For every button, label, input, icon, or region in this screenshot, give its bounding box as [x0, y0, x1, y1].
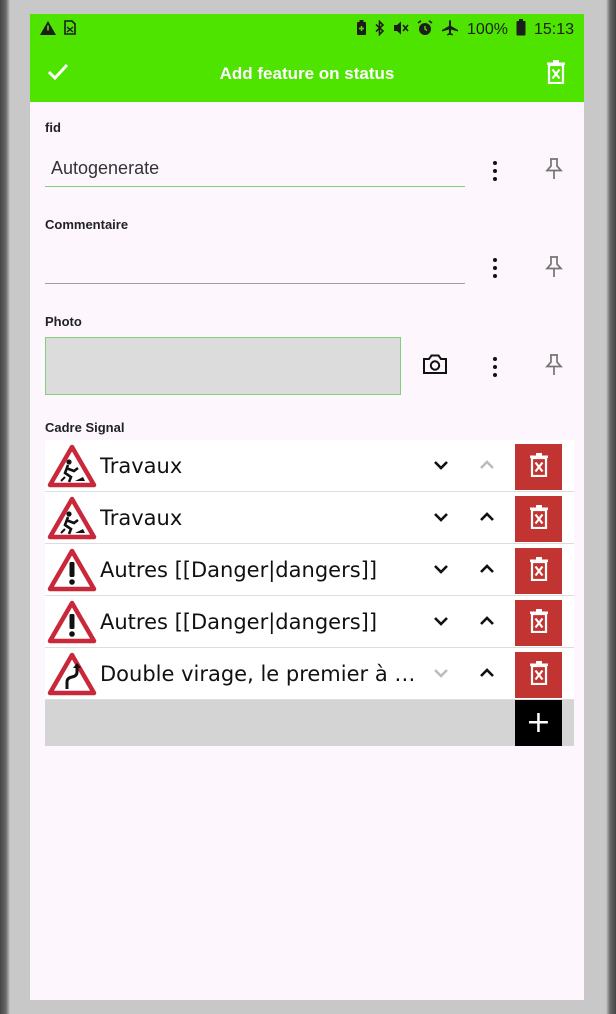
chevron-down-icon [433, 613, 449, 631]
relation-label: Double virage, le premier à gauche [100, 661, 418, 686]
no-sim-icon [64, 20, 76, 40]
chevron-down-icon [433, 509, 449, 527]
status-bar: 100% 15:13 [30, 14, 584, 46]
photo-preview[interactable] [45, 337, 401, 395]
clock-time: 15:13 [533, 21, 574, 38]
delete-relation-button[interactable] [515, 548, 562, 594]
photo-pin-button[interactable] [542, 353, 566, 381]
relation-row[interactable]: Travaux [45, 440, 574, 492]
app-bar: Add feature on status [30, 46, 584, 102]
pin-icon [545, 255, 563, 283]
move-up-button[interactable] [464, 602, 510, 642]
relation-row[interactable]: Travaux [45, 492, 574, 544]
move-down-button[interactable] [418, 498, 464, 538]
alarm-icon [417, 19, 433, 41]
relation-row[interactable]: Autres [[Danger|dangers]] [45, 596, 574, 648]
delete-relation-button[interactable] [515, 600, 562, 646]
move-up-button[interactable] [464, 498, 510, 538]
warning-icon [40, 20, 56, 40]
pin-icon [545, 157, 563, 185]
fid-menu-button[interactable] [485, 156, 505, 186]
field-label-fid: fid [45, 120, 61, 135]
commentaire-pin-button[interactable] [542, 255, 566, 283]
save-button[interactable] [30, 46, 86, 102]
chevron-up-icon [479, 509, 495, 527]
exclamation-sign-icon [46, 546, 98, 594]
move-down-button[interactable] [418, 550, 464, 590]
chevron-up-icon [479, 457, 495, 475]
roadworks-sign-icon [46, 494, 98, 542]
chevron-up-icon [479, 665, 495, 683]
move-up-button[interactable] [464, 446, 510, 486]
delete-relation-button[interactable] [515, 444, 562, 490]
delete-relation-button[interactable] [515, 496, 562, 542]
delete-relation-button[interactable] [515, 652, 562, 698]
battery-saver-icon [356, 19, 367, 41]
mute-icon [393, 20, 409, 41]
bluetooth-icon [375, 19, 385, 41]
delete-form-icon [546, 59, 566, 89]
discard-button[interactable] [528, 46, 584, 102]
commentaire-input[interactable] [45, 248, 465, 284]
relation-label: Autres [[Danger|dangers]] [100, 557, 378, 582]
move-down-button[interactable] [418, 654, 464, 694]
chevron-up-icon [479, 561, 495, 579]
screen: 100% 15:13 Add feature on status fid Com… [30, 14, 584, 1000]
fid-pin-button[interactable] [542, 157, 566, 185]
relation-label: Travaux [100, 505, 183, 530]
trash-icon [529, 452, 549, 482]
roadworks-sign-icon [46, 442, 98, 490]
relation-label: Travaux [100, 453, 183, 478]
move-down-button[interactable] [418, 602, 464, 642]
double-bend-sign-icon [46, 650, 98, 698]
airplane-mode-icon [441, 19, 459, 41]
cadre-signal-list: Travaux Travaux Autres [[Danger|dangers]] A… [45, 440, 574, 746]
exclamation-sign-icon [46, 598, 98, 646]
photo-menu-button[interactable] [485, 352, 505, 382]
battery-percent: 100% [467, 21, 508, 38]
chevron-down-icon [433, 561, 449, 579]
take-photo-button[interactable] [420, 352, 450, 380]
chevron-up-icon [479, 613, 495, 631]
field-label-commentaire: Commentaire [45, 217, 129, 232]
move-up-button[interactable] [464, 654, 510, 694]
move-down-button[interactable] [418, 446, 464, 486]
relation-row[interactable]: Double virage, le premier à gauche [45, 648, 574, 700]
camera-icon [422, 353, 448, 380]
trash-icon [529, 608, 549, 638]
add-relation-button[interactable]: + [515, 700, 562, 746]
commentaire-menu-button[interactable] [485, 253, 505, 283]
chevron-down-icon [433, 457, 449, 475]
chevron-down-icon [433, 665, 449, 683]
field-label-cadre-signal: Cadre Signal [45, 420, 125, 435]
page-title: Add feature on status [219, 64, 395, 83]
add-relation-bar: + [45, 700, 574, 746]
trash-icon [529, 556, 549, 586]
move-up-button[interactable] [464, 550, 510, 590]
trash-icon [529, 660, 549, 690]
trash-icon [529, 504, 549, 534]
check-icon [47, 63, 69, 86]
battery-icon [516, 19, 526, 41]
pin-icon [545, 353, 563, 381]
relation-label: Autres [[Danger|dangers]] [100, 609, 378, 634]
relation-row[interactable]: Autres [[Danger|dangers]] [45, 544, 574, 596]
field-label-photo: Photo [45, 314, 82, 329]
fid-input[interactable] [45, 151, 465, 187]
